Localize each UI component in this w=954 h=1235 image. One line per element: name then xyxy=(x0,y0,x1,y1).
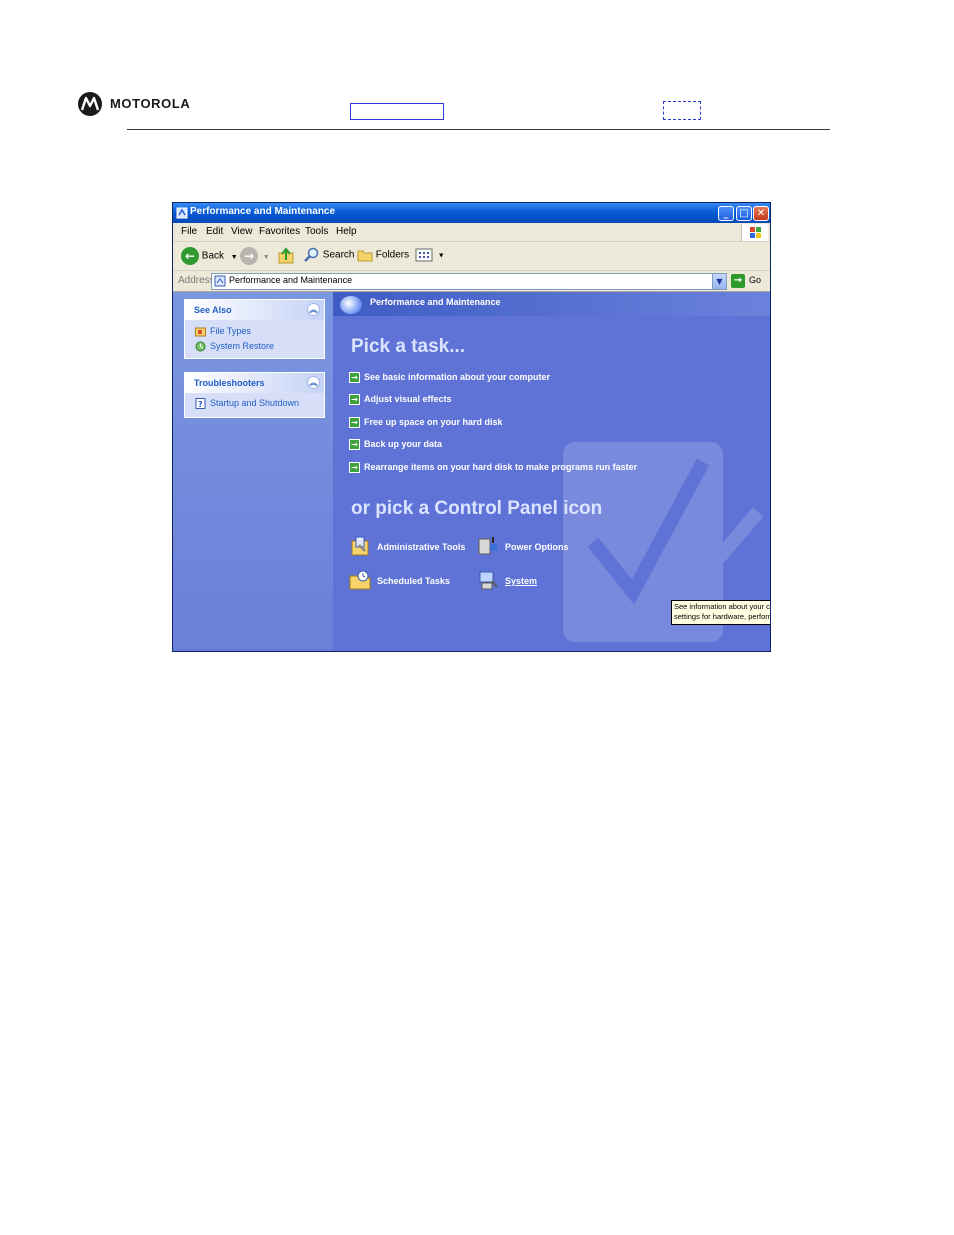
header-link-box[interactable] xyxy=(350,103,444,120)
sidebar-item-label: System Restore xyxy=(210,341,275,351)
menu-file[interactable]: File xyxy=(181,226,197,237)
views-icon xyxy=(415,248,433,262)
power-options-icon xyxy=(478,537,497,555)
menu-help[interactable]: Help xyxy=(336,226,357,237)
views-button[interactable]: ▼ xyxy=(415,247,445,263)
address-label: Address xyxy=(178,275,215,286)
views-dropdown-icon[interactable]: ▼ xyxy=(438,253,445,260)
troubleshooters-panel: Troubleshooters ︽ ? Startup and Shutdown xyxy=(184,372,325,418)
main-pane: Performance and Maintenance Pick a task.… xyxy=(333,292,770,651)
sidebar-item-label: File Types xyxy=(210,326,251,336)
folders-button[interactable]: Folders xyxy=(357,247,409,263)
forward-button[interactable]: → ▼ xyxy=(240,247,270,265)
task-arrow-icon: → xyxy=(349,394,360,406)
cp-icon-label: Administrative Tools xyxy=(377,542,466,552)
title-bar[interactable]: Performance and Maintenance _ □ ✕ xyxy=(173,203,770,223)
task-label: Adjust visual effects xyxy=(364,394,452,404)
folders-icon xyxy=(357,250,373,262)
collapse-chevron-icon[interactable]: ︽ xyxy=(307,376,320,389)
forward-dropdown-icon[interactable]: ▼ xyxy=(263,254,270,261)
see-also-title: See Also xyxy=(194,305,232,315)
menu-bar: File Edit View Favorites Tools Help xyxy=(173,223,770,242)
back-button[interactable]: ← Back ▼ xyxy=(181,247,238,265)
address-bar: Address Performance and Maintenance ▼ → … xyxy=(173,271,770,292)
task-label: Free up space on your hard disk xyxy=(364,417,503,427)
category-title: Performance and Maintenance xyxy=(370,297,501,307)
address-value: Performance and Maintenance xyxy=(229,275,353,285)
go-button[interactable]: Go xyxy=(749,275,761,285)
system-restore-icon xyxy=(195,341,206,352)
forward-arrow-icon: → xyxy=(240,247,258,265)
maximize-button[interactable]: □ xyxy=(736,206,752,221)
window-icon xyxy=(176,207,188,219)
see-also-panel: See Also ︽ File Types System Restore xyxy=(184,299,325,359)
see-also-header[interactable]: See Also ︽ xyxy=(185,300,324,320)
help-icon: ? xyxy=(195,398,206,409)
toolbar: ← Back ▼ → ▼ Search Folders ▼ xyxy=(173,242,770,271)
back-label: Back xyxy=(201,250,225,262)
task-item[interactable]: → Adjust visual effects xyxy=(349,393,452,407)
task-arrow-icon: → xyxy=(349,462,360,474)
header-placeholder-box xyxy=(663,101,701,120)
task-arrow-icon: → xyxy=(349,439,360,451)
brand-name: MOTOROLA xyxy=(110,96,191,111)
menu-view[interactable]: View xyxy=(231,226,253,237)
cp-icon-label: Scheduled Tasks xyxy=(377,576,450,586)
system-icon xyxy=(479,571,498,590)
content-area: See Also ︽ File Types System Restore Tro… xyxy=(173,292,770,651)
task-item[interactable]: → Back up your data xyxy=(349,438,442,452)
task-item[interactable]: → Free up space on your hard disk xyxy=(349,416,503,430)
sidebar-item-file-types[interactable]: File Types xyxy=(185,324,324,339)
scheduled-tasks-icon xyxy=(349,570,371,590)
task-label: Rearrange items on your hard disk to mak… xyxy=(364,462,638,472)
search-label: Search xyxy=(322,249,355,261)
pick-icon-title: or pick a Control Panel icon xyxy=(351,498,603,519)
minimize-button[interactable]: _ xyxy=(718,206,734,221)
task-label: See basic information about your compute… xyxy=(364,372,551,382)
cp-icon-label: System xyxy=(505,576,538,586)
troubleshooters-header[interactable]: Troubleshooters ︽ xyxy=(185,373,324,393)
file-types-icon xyxy=(195,327,206,337)
windows-flag-icon xyxy=(741,224,768,241)
folders-label: Folders xyxy=(375,249,410,261)
search-icon xyxy=(304,247,319,262)
motorola-logo-icon xyxy=(78,92,102,116)
address-field[interactable]: Performance and Maintenance ▼ xyxy=(211,273,727,290)
task-sidebar: See Also ︽ File Types System Restore Tro… xyxy=(173,292,333,651)
pick-task-title: Pick a task... xyxy=(351,336,466,357)
administrative-tools-icon xyxy=(351,536,369,556)
sidebar-item-startup-shutdown[interactable]: ? Startup and Shutdown xyxy=(185,396,324,411)
svg-text:?: ? xyxy=(198,400,203,409)
menu-favorites[interactable]: Favorites xyxy=(259,226,300,237)
search-button[interactable]: Search xyxy=(304,247,354,263)
task-item[interactable]: → Rearrange items on your hard disk to ma… xyxy=(349,461,637,475)
task-arrow-icon: → xyxy=(349,417,360,429)
system-tooltip: See information about your computer syst… xyxy=(671,600,770,625)
header-rule xyxy=(127,129,830,130)
sidebar-item-system-restore[interactable]: System Restore xyxy=(185,339,324,354)
go-arrow-icon[interactable]: → xyxy=(731,274,745,288)
up-folder-icon xyxy=(278,247,294,264)
menu-edit[interactable]: Edit xyxy=(206,226,223,237)
close-button[interactable]: ✕ xyxy=(753,206,769,221)
task-item[interactable]: → See basic information about your comput… xyxy=(349,371,550,385)
sidebar-item-label: Startup and Shutdown xyxy=(210,398,300,408)
back-dropdown-icon[interactable]: ▼ xyxy=(231,254,238,261)
menu-tools[interactable]: Tools xyxy=(305,226,328,237)
address-page-icon xyxy=(214,275,226,287)
task-label: Back up your data xyxy=(364,439,443,449)
up-folder-button[interactable] xyxy=(277,247,295,268)
explorer-window: Performance and Maintenance _ □ ✕ File E… xyxy=(172,202,771,652)
back-arrow-icon: ← xyxy=(181,247,199,265)
address-dropdown-icon[interactable]: ▼ xyxy=(712,274,726,289)
troubleshooters-title: Troubleshooters xyxy=(194,378,265,388)
category-header: Performance and Maintenance xyxy=(333,292,770,316)
cp-icon-label: Power Options xyxy=(505,542,569,552)
window-title: Performance and Maintenance xyxy=(190,206,336,217)
collapse-chevron-icon[interactable]: ︽ xyxy=(307,303,320,316)
performance-category-icon xyxy=(340,296,362,314)
task-arrow-icon: → xyxy=(349,372,360,384)
